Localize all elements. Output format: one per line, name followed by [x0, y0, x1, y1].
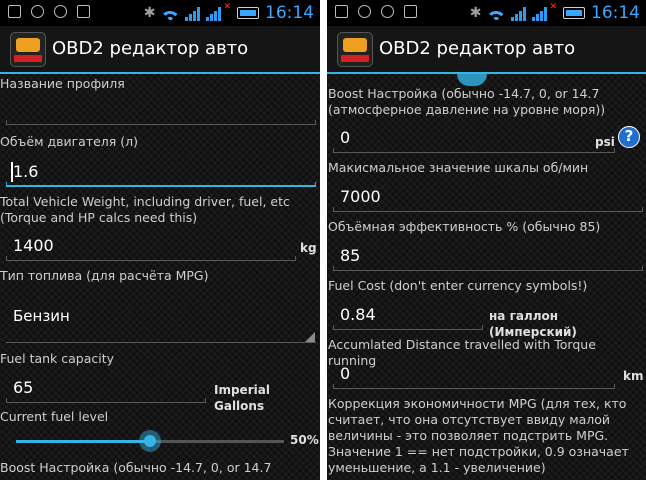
- tank-capacity-input[interactable]: 65: [13, 378, 33, 398]
- sync-icon: [54, 5, 67, 18]
- distance-unit: km: [623, 369, 644, 383]
- help-icon[interactable]: ?: [618, 126, 640, 148]
- phone-screen-left: ✱ ✕ 16:14 OBD2 редактор авто Название пр…: [0, 0, 320, 480]
- scroll-slider-thumb: [457, 74, 487, 86]
- app-logo-icon[interactable]: [337, 32, 373, 67]
- settings-icon: [358, 5, 371, 18]
- sync-icon: [381, 5, 394, 18]
- vehicle-weight-underline: [6, 256, 296, 261]
- profile-name-input[interactable]: [6, 120, 316, 125]
- shop-icon: [77, 5, 90, 18]
- action-bar: OBD2 редактор авто: [0, 26, 320, 74]
- vehicle-weight-input[interactable]: 1400: [13, 236, 54, 256]
- signal-icon-secondary: [206, 5, 222, 21]
- clock: 16:14: [265, 3, 314, 23]
- max-rpm-input[interactable]: 7000: [340, 187, 381, 207]
- mpg-adjust-label-line4: Значение 1 == нет подстройки, 0.9 означа…: [328, 444, 629, 459]
- settings-list[interactable]: Название профиля Объём двигателя (л) 1.6…: [0, 74, 320, 480]
- distance-label: Accumlated Distance travelled with Torqu…: [328, 337, 596, 368]
- boost-label-line2: (атмосферное давление на уровне моря)): [328, 102, 606, 117]
- profile-name-label: Название профиля: [0, 76, 125, 91]
- engine-size-label: Объём двигателя (л): [0, 134, 139, 149]
- no-signal-icon: ✕: [223, 2, 231, 12]
- fuel-level-slider-fill: [16, 440, 150, 443]
- vehicle-weight-label-line2: (Torque and HP calcs need this): [0, 210, 198, 225]
- boost-underline: [333, 148, 615, 153]
- shop-icon: [404, 5, 417, 18]
- status-bar: ✱ ✕ 16:14: [327, 0, 646, 26]
- volumetric-efficiency-input[interactable]: 85: [340, 246, 360, 266]
- max-rpm-label: Макисмальное значение шкалы об/мин: [328, 160, 589, 175]
- text-cursor: [11, 162, 13, 182]
- tank-capacity-unit: Imperial Gallons: [214, 383, 270, 413]
- signal-icon-secondary: [532, 5, 548, 21]
- wifi-icon: [161, 6, 179, 20]
- signal-icon: [511, 5, 527, 21]
- clock: 16:14: [591, 3, 640, 23]
- fuel-level-value: 50%: [290, 433, 319, 447]
- action-bar: OBD2 редактор авто: [327, 26, 646, 74]
- bluetooth-icon: ✱: [469, 5, 482, 21]
- wifi-icon: [487, 6, 505, 20]
- mpg-adjust-label-line5: уменьшение, а 1.1 - увеличение): [328, 460, 546, 475]
- tank-capacity-label: Fuel tank capacity: [0, 351, 115, 366]
- mpg-adjust-label-line1: Коррекция экономичности MPG (для тех, кт…: [328, 396, 627, 411]
- fuel-cost-input[interactable]: 0.84: [340, 305, 376, 325]
- mpg-adjust-label-line2: считает, что она отсутствует ввиду малой: [328, 412, 611, 427]
- vehicle-weight-label-line1: Total Vehicle Weight, including driver, …: [0, 194, 290, 209]
- gallery-icon: [8, 5, 21, 18]
- boost-input[interactable]: 0: [340, 128, 350, 148]
- dropdown-arrow-icon: [305, 332, 315, 342]
- volumetric-efficiency-underline: [333, 266, 643, 271]
- no-signal-icon: ✕: [549, 2, 557, 12]
- distance-input[interactable]: 0: [340, 364, 350, 384]
- status-bar: ✱ ✕ 16:14: [0, 0, 320, 26]
- fuel-type-underline: [6, 342, 316, 343]
- fuel-cost-label: Fuel Cost (don't enter currency symbols!…: [328, 278, 588, 293]
- fuel-cost-underline: [333, 325, 483, 330]
- app-logo-icon[interactable]: [10, 32, 46, 67]
- max-rpm-underline: [333, 207, 643, 212]
- phone-screen-right: ✱ ✕ 16:14 OBD2 редактор авто Boost Настр…: [327, 0, 646, 480]
- battery-icon: [563, 7, 585, 19]
- boost-label-line1: Boost Настройка (обычно -14.7, 0, or 14.…: [328, 86, 600, 101]
- battery-icon: [237, 7, 259, 19]
- vehicle-weight-unit: kg: [300, 241, 317, 255]
- volumetric-efficiency-label: Объёмная эффективность % (обычно 85): [328, 219, 601, 234]
- settings-icon: [31, 5, 44, 18]
- settings-list[interactable]: Boost Настройка (обычно -14.7, 0, or 14.…: [327, 74, 646, 480]
- distance-underline: [333, 384, 615, 389]
- fuel-type-spinner[interactable]: Бензин: [13, 306, 70, 326]
- gallery-icon: [335, 5, 348, 18]
- boost-label-partial: Boost Настройка (обычно -14.7, 0, or 14.…: [0, 460, 272, 475]
- fuel-level-label: Current fuel level: [0, 409, 109, 424]
- fuel-cost-unit: на галлон (Имперский): [489, 309, 577, 339]
- app-title: OBD2 редактор авто: [52, 38, 249, 59]
- signal-icon: [185, 5, 201, 21]
- engine-size-underline: [6, 182, 316, 187]
- engine-size-input[interactable]: 1.6: [13, 162, 38, 182]
- app-title: OBD2 редактор авто: [379, 38, 576, 59]
- tank-capacity-underline: [6, 398, 206, 403]
- bluetooth-icon: ✱: [143, 5, 156, 21]
- fuel-level-slider-thumb[interactable]: [139, 430, 161, 452]
- boost-unit: psi: [595, 135, 615, 149]
- fuel-type-label: Тип топлива (для расчёта MPG): [0, 268, 209, 283]
- mpg-adjust-label-line3: величины - это позволяет подстрить MPG.: [328, 428, 609, 443]
